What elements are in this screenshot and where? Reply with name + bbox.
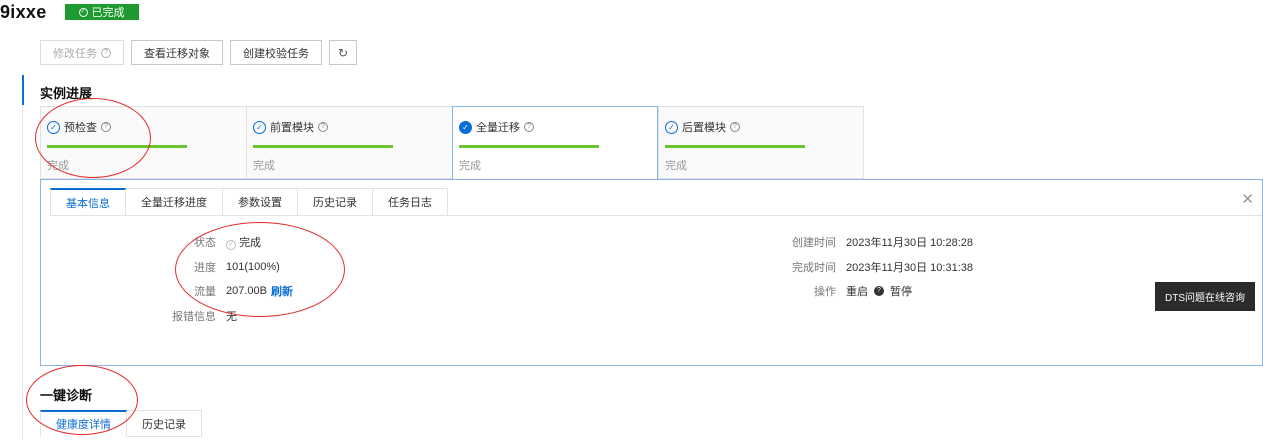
traffic-row: 流量 207.00B 刷新 bbox=[141, 283, 293, 299]
traffic-value: 207.00B bbox=[226, 285, 267, 297]
step-progress-bar bbox=[665, 145, 805, 148]
help-icon: ? bbox=[730, 122, 740, 132]
diagnosis-tabs: 健康度详情 历史记录 bbox=[40, 410, 202, 437]
tab-basic-info[interactable]: 基本信息 bbox=[50, 188, 126, 216]
step-full-migration[interactable]: ✓ 全量迁移? 完成 bbox=[452, 106, 658, 180]
pause-link[interactable]: 暂停 bbox=[890, 283, 912, 299]
step-status: 完成 bbox=[665, 160, 687, 172]
section-indicator bbox=[22, 75, 24, 105]
finished-time-label: 完成时间 bbox=[792, 262, 836, 274]
step-status: 完成 bbox=[47, 160, 69, 172]
created-time-row: 创建时间 2023年11月30日 10:28:28 bbox=[761, 234, 973, 250]
action-row: 操作 重启 ? 暂停 bbox=[761, 283, 912, 299]
diagnosis-title: 一键诊断 bbox=[40, 388, 93, 403]
toolbar: 修改任务 ? 查看迁移对象 创建校验任务 ↻ bbox=[40, 40, 357, 65]
step-post-module[interactable]: ✓ 后置模块? 完成 bbox=[658, 106, 864, 179]
step-progress-bar bbox=[47, 145, 187, 148]
traffic-label: 流量 bbox=[194, 286, 216, 298]
finished-time-value: 2023年11月30日 10:31:38 bbox=[846, 262, 973, 274]
help-icon: ? bbox=[101, 47, 111, 58]
error-label: 报错信息 bbox=[172, 311, 216, 323]
refresh-link[interactable]: 刷新 bbox=[271, 283, 293, 299]
step-label: 预检查 bbox=[64, 122, 97, 134]
error-row: 报错信息 无 bbox=[141, 308, 237, 324]
help-icon: ? bbox=[318, 122, 328, 132]
help-icon: ? bbox=[524, 122, 534, 132]
step-precheck[interactable]: ✓ 预检查? 完成 bbox=[40, 106, 246, 179]
tab-full-migration-progress[interactable]: 全量迁移进度 bbox=[126, 188, 223, 216]
instance-progress-title: 实例进展 bbox=[40, 86, 93, 101]
status-label: 状态 bbox=[194, 237, 216, 249]
refresh-icon: ↻ bbox=[337, 45, 349, 60]
finished-time-row: 完成时间 2023年11月30日 10:31:38 bbox=[761, 259, 973, 275]
step-status: 完成 bbox=[459, 160, 481, 172]
progress-row: 进度 101(100%) bbox=[141, 259, 280, 275]
step-label: 前置模块 bbox=[270, 122, 314, 134]
action-label: 操作 bbox=[814, 286, 836, 298]
check-circle-icon: ✓ bbox=[226, 240, 236, 250]
tab-task-log[interactable]: 任务日志 bbox=[373, 188, 448, 216]
create-verify-task-button[interactable]: 创建校验任务 bbox=[230, 40, 322, 65]
created-time-label: 创建时间 bbox=[792, 237, 836, 249]
view-objects-label: 查看迁移对象 bbox=[144, 47, 210, 60]
progress-value: 101(100%) bbox=[226, 261, 280, 273]
step-progress-bar bbox=[459, 145, 599, 148]
modify-task-button[interactable]: 修改任务 ? bbox=[40, 40, 124, 65]
created-time-value: 2023年11月30日 10:28:28 bbox=[846, 237, 973, 249]
help-icon: ? bbox=[874, 286, 884, 296]
task-title: 9ixxe bbox=[0, 1, 47, 22]
close-icon[interactable]: ✕ bbox=[1241, 190, 1254, 208]
tab-divider bbox=[50, 215, 1262, 216]
modify-task-label: 修改任务 bbox=[53, 47, 97, 60]
create-verify-label: 创建校验任务 bbox=[243, 47, 309, 60]
status-badge: ✓ 已完成 bbox=[64, 4, 139, 20]
check-circle-icon: ✓ bbox=[459, 120, 472, 134]
tab-diagnosis-history[interactable]: 历史记录 bbox=[127, 410, 202, 437]
restart-link[interactable]: 重启 bbox=[846, 283, 868, 299]
status-badge-label: 已完成 bbox=[91, 7, 125, 19]
check-circle-icon: ✓ bbox=[665, 120, 678, 134]
progress-steps: ✓ 预检查? 完成 ✓ 前置模块? 完成 ✓ 全量迁移? 完成 ✓ 后置模块? 完成 bbox=[40, 106, 864, 180]
status-value: ✓ 完成 bbox=[226, 234, 261, 250]
step-pre-module[interactable]: ✓ 前置模块? 完成 bbox=[246, 106, 452, 179]
progress-label: 进度 bbox=[194, 262, 216, 274]
status-value-text: 完成 bbox=[239, 237, 262, 249]
check-circle-icon: ✓ bbox=[78, 7, 88, 17]
error-value: 无 bbox=[226, 311, 237, 323]
tab-health-details[interactable]: 健康度详情 bbox=[40, 410, 127, 437]
dts-help-tooltip[interactable]: DTS问题在线咨询 bbox=[1155, 282, 1255, 311]
section-divider bbox=[22, 105, 23, 440]
tab-parameter-settings[interactable]: 参数设置 bbox=[223, 188, 298, 216]
status-row: 状态 ✓ 完成 bbox=[141, 234, 261, 250]
step-label: 后置模块 bbox=[682, 122, 726, 134]
detail-tabs: 基本信息 全量迁移进度 参数设置 历史记录 任务日志 bbox=[50, 188, 448, 216]
detail-panel: 基本信息 全量迁移进度 参数设置 历史记录 任务日志 ✕ 状态 ✓ 完成 进度 … bbox=[40, 179, 1263, 366]
step-progress-bar bbox=[253, 145, 393, 148]
check-circle-icon: ✓ bbox=[253, 120, 266, 134]
tab-history[interactable]: 历史记录 bbox=[298, 188, 373, 216]
task-header: 9ixxe ✓ 已完成 bbox=[0, 0, 139, 24]
step-label: 全量迁移 bbox=[476, 122, 520, 134]
help-icon: ? bbox=[101, 122, 111, 132]
view-migration-objects-button[interactable]: 查看迁移对象 bbox=[131, 40, 223, 65]
refresh-button[interactable]: ↻ bbox=[329, 40, 357, 65]
step-status: 完成 bbox=[253, 160, 275, 172]
check-circle-icon: ✓ bbox=[47, 120, 60, 134]
